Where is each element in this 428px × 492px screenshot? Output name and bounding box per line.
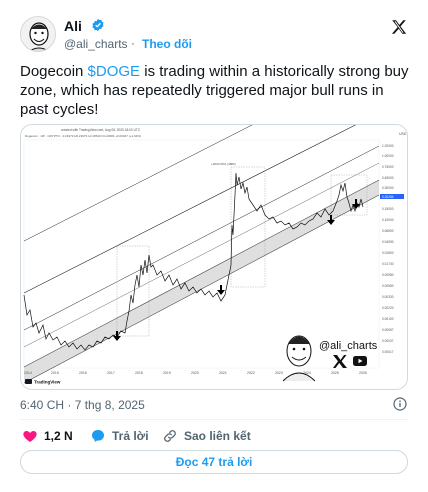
reply-label: Trả lời: [112, 429, 149, 443]
price-label: 0.04090: [382, 240, 394, 244]
year-label: 2023: [275, 371, 283, 375]
chart-currency: USD: [399, 132, 407, 136]
cashtag-link[interactable]: $DOGE: [88, 63, 141, 80]
year-label: 2025: [331, 371, 339, 375]
tweet-header: Ali @ali_charts · Theo dõi: [20, 14, 412, 54]
tweet-date: 7 thg 8, 2025: [74, 398, 145, 412]
price-label: 0.00067: [382, 328, 394, 332]
year-label: 2026: [359, 371, 367, 375]
price-label: 0.45000: [382, 176, 394, 180]
tweet-media-chart[interactable]: created with TradingView.com, Aug 08, 20…: [20, 124, 408, 390]
reply-bubble-icon: [92, 430, 104, 442]
tweet-actions: 1,2 N Trả lời Sao liên kết: [20, 427, 408, 445]
price-label: 0.00100: [382, 317, 394, 321]
like-button[interactable]: 1,2 N: [22, 427, 73, 445]
chart-image: created with TradingView.com, Aug 08, 20…: [21, 125, 407, 389]
copy-link-label: Sao liên kết: [184, 429, 251, 443]
year-label: 2019: [163, 371, 171, 375]
verified-badge-icon: [92, 18, 104, 32]
year-label: 2016: [79, 371, 87, 375]
chart-header-created: created with TradingView.com, Aug 08, 20…: [61, 128, 141, 132]
divider: [20, 419, 408, 420]
chart-header-symbol: Dogecoin · 1W · CRYPTO · 0.21973 H0.2197…: [25, 134, 141, 138]
year-label: 2020: [191, 371, 199, 375]
price-label: 0.10000: [382, 218, 394, 222]
read-replies-button[interactable]: Đọc 47 trả lời: [20, 450, 408, 474]
avatar[interactable]: [20, 16, 56, 52]
x-logo-icon[interactable]: [390, 18, 408, 36]
tweet-time: 6:40 CH: [20, 398, 65, 412]
separator-dot: ·: [131, 36, 135, 50]
year-label: 2015: [51, 371, 59, 375]
price-label: 0.30000: [382, 186, 394, 190]
price-label: 0.01730: [382, 262, 394, 266]
year-label: 2021: [219, 371, 227, 375]
copy-link-button[interactable]: Sao liên kết: [162, 427, 251, 445]
price-label: 1.20000: [382, 144, 394, 148]
year-label: 2014: [24, 371, 32, 375]
watermark-handle: @ali_charts: [319, 340, 378, 352]
price-label: 0.00330: [382, 295, 394, 299]
info-icon[interactable]: [392, 396, 408, 412]
author-name[interactable]: Ali: [64, 18, 82, 34]
youtube-watermark-icon: [353, 356, 367, 366]
price-label: 1.00000: [382, 154, 394, 158]
tradingview-logo: TradingView: [25, 379, 61, 385]
author-handle[interactable]: @ali_charts: [64, 37, 128, 51]
chart-top-label: +3000.00% (4880): [211, 162, 236, 166]
price-label: 0.02800: [382, 251, 394, 255]
tweet-timestamp[interactable]: 6:40 CH · 7 thg 8, 2025: [20, 398, 145, 412]
price-label: 0.06500: [382, 229, 394, 233]
tweet-text: Dogecoin $DOGE is trading within a histo…: [20, 62, 412, 119]
price-label: 0.00220: [382, 306, 394, 310]
separator-dot: ·: [67, 398, 72, 412]
price-label: 0.75000: [382, 165, 394, 169]
price-label: 0.00980: [382, 273, 394, 277]
price-label: 0.15000: [382, 207, 394, 211]
tweet-text-part: Dogecoin: [20, 63, 88, 80]
price-label: 0.00037: [382, 339, 394, 343]
like-count: 1,2 N: [44, 429, 73, 443]
price-label: 0.00550: [382, 284, 394, 288]
current-price-label: 0.20284: [382, 195, 394, 199]
year-label: 2017: [107, 371, 115, 375]
year-label: 2018: [135, 371, 143, 375]
link-icon: [164, 430, 176, 442]
tradingview-brand: TradingView: [34, 380, 61, 385]
reply-button[interactable]: Trả lời: [90, 427, 149, 445]
follow-button[interactable]: Theo dõi: [142, 37, 192, 51]
year-label: 2022: [247, 371, 255, 375]
price-label: 0.00017: [382, 350, 394, 354]
heart-icon: [23, 431, 37, 442]
